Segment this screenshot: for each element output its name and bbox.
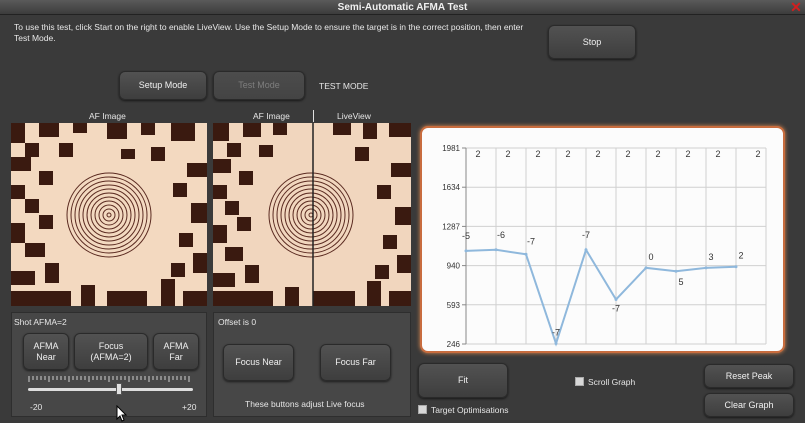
close-icon[interactable]: ✕: [789, 0, 803, 14]
fit-button[interactable]: Fit: [418, 363, 508, 398]
af-target-pattern: [11, 123, 207, 306]
point-label: -5: [462, 231, 470, 241]
afma-line-chart: 1981 1634 1287 940 593 246 2 2 2 2 2 2 2 2 2 2 -5 -6 -7 -7 -…: [442, 144, 767, 349]
point-label: 2: [738, 251, 743, 261]
y-tick-label: 1287: [442, 222, 460, 231]
point-label: -7: [582, 230, 590, 240]
top-label: 2: [565, 149, 570, 159]
scroll-graph-checkbox[interactable]: [575, 377, 584, 386]
data-point: [614, 297, 618, 301]
afma-near-button[interactable]: AFMA Near: [23, 333, 69, 370]
reset-peak-button[interactable]: Reset Peak: [704, 364, 794, 388]
liveview-image: [213, 123, 411, 306]
point-label: -7: [552, 328, 560, 338]
data-point: [464, 249, 468, 253]
instructions-text: To use this test, click Start on the rig…: [14, 22, 524, 43]
offset-note: These buttons adjust Live focus: [245, 399, 365, 409]
afma-slider-thumb[interactable]: [115, 383, 122, 395]
data-point: [734, 265, 738, 269]
slider-ticks: [28, 376, 190, 382]
y-tick-label: 1981: [442, 144, 460, 153]
slider-max-label: +20: [182, 402, 197, 412]
mode-status: TEST MODE: [319, 81, 369, 91]
top-label: 2: [475, 149, 480, 159]
afma-graph-panel: 1981 1634 1287 940 593 246 2 2 2 2 2 2 2 2 2 2 -5 -6 -7 -7 -…: [420, 126, 785, 353]
offset-panel-title: Offset is 0: [218, 317, 257, 327]
slider-min-label: -20: [30, 402, 43, 412]
top-label: 2: [655, 149, 660, 159]
top-label: 2: [595, 149, 600, 159]
point-label: -7: [527, 236, 535, 246]
point-label: 5: [678, 277, 683, 287]
data-point: [554, 342, 558, 346]
setup-mode-button[interactable]: Setup Mode: [119, 71, 207, 100]
window-title: Semi-Automatic AFMA Test: [337, 2, 468, 13]
af-image: [11, 123, 207, 306]
focus-button[interactable]: Focus (AFMA=2): [74, 333, 148, 370]
data-point: [494, 248, 498, 252]
scroll-graph-label: Scroll Graph: [588, 377, 636, 387]
clear-graph-button[interactable]: Clear Graph: [704, 393, 794, 417]
liveview-target-pattern: [213, 123, 411, 306]
target-optimisations-checkbox[interactable]: [418, 405, 427, 414]
mouse-cursor-icon: [116, 405, 128, 422]
top-label: 2: [715, 149, 720, 159]
y-tick-label: 246: [447, 340, 461, 349]
point-label: 3: [708, 252, 713, 262]
data-point: [584, 248, 588, 252]
data-point: [674, 269, 678, 273]
focus-near-button[interactable]: Focus Near: [223, 344, 294, 381]
top-label: 2: [535, 149, 540, 159]
focus-far-button[interactable]: Focus Far: [320, 344, 391, 381]
title-bar: Semi-Automatic AFMA Test ✕: [0, 0, 805, 15]
test-mode-button[interactable]: Test Mode: [213, 71, 305, 100]
af-image-label-2: AF Image: [253, 111, 290, 121]
afma-far-button[interactable]: AFMA Far: [153, 333, 199, 370]
top-label: 2: [505, 149, 510, 159]
data-point: [524, 252, 528, 256]
label-divider: [313, 110, 314, 122]
top-label: 2: [625, 149, 630, 159]
point-label: -6: [497, 230, 505, 240]
data-point: [644, 266, 648, 270]
top-label: 2: [685, 149, 690, 159]
y-tick-label: 1634: [442, 183, 460, 192]
point-label: -7: [612, 303, 620, 313]
y-tick-label: 593: [447, 301, 461, 310]
target-optimisations-label: Target Optimisations: [431, 405, 509, 415]
top-label: 2: [755, 149, 760, 159]
data-point: [704, 266, 708, 270]
y-tick-label: 940: [447, 262, 461, 271]
afma-slider-track[interactable]: [28, 388, 193, 391]
shot-panel-title: Shot AFMA=2: [14, 317, 67, 327]
af-image-label: AF Image: [89, 111, 126, 121]
stop-button[interactable]: Stop: [548, 25, 636, 59]
liveview-label: LiveView: [337, 111, 371, 121]
afma-series-line: [465, 247, 737, 347]
point-label: 0: [648, 252, 653, 262]
